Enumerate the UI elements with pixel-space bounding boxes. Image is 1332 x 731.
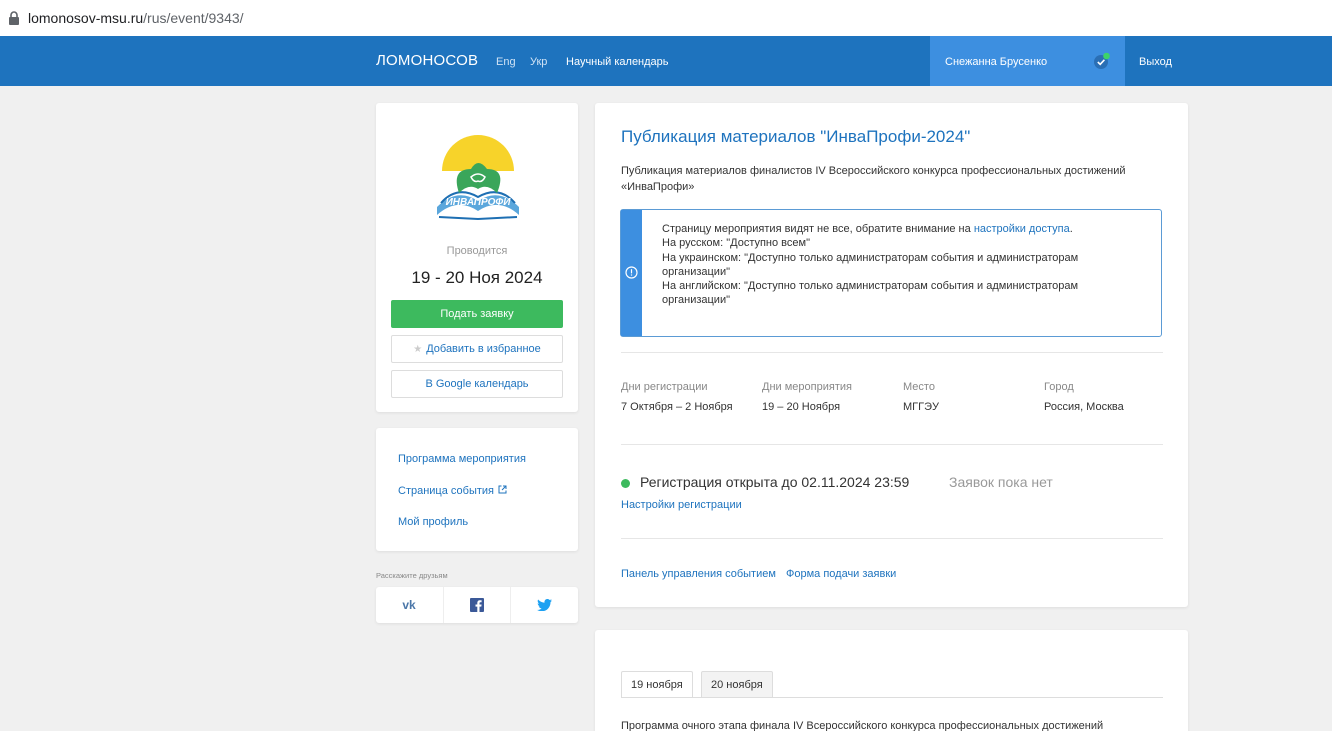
info-city: Город Россия, Москва (1044, 381, 1124, 413)
program-card: 19 ноября 20 ноября Программа очного эта… (595, 630, 1188, 731)
brand-logo[interactable]: ЛОМОНОСОВ (376, 36, 478, 86)
event-links-card: Программа мероприятия Страница события М… (376, 428, 578, 551)
alert-text: Страницу мероприятия видят не все, обрат… (662, 223, 1079, 307)
apply-button[interactable]: Подать заявку (391, 300, 563, 328)
divider (621, 444, 1163, 445)
access-settings-link[interactable]: настройки доступа (974, 223, 1070, 235)
lang-ukr-link[interactable]: Укр (530, 36, 547, 88)
held-label: Проводится (446, 245, 508, 257)
add-favorite-button[interactable]: ★ Добавить в избранное (391, 335, 563, 363)
invaprofi-logo: ИНВАПРОФИ (427, 135, 529, 225)
info-registration-days: Дни регистрации 7 Октября – 2 Ноября (621, 381, 733, 413)
add-favorite-label: Добавить в избранное (426, 343, 541, 355)
user-name: Снежанна Брусенко (945, 56, 1048, 68)
share-buttons: vk (376, 587, 578, 623)
svg-text:ИНВАПРОФИ: ИНВАПРОФИ (446, 197, 512, 208)
access-warning-alert: Страницу мероприятия видят не все, обрат… (620, 209, 1162, 337)
divider (621, 352, 1163, 353)
twitter-icon (537, 599, 553, 611)
browser-address-bar[interactable]: lomonosov-msu.ru/rus/event/9343/ (0, 0, 1332, 36)
top-navbar: ЛОМОНОСОВ Eng Укр Научный календарь Снеж… (0, 36, 1332, 86)
facebook-icon (470, 598, 484, 612)
tab-underline (621, 697, 1163, 698)
external-link-icon (498, 485, 507, 494)
event-summary-card: ИНВАПРОФИ Проводится 19 - 20 Ноя 2024 По… (376, 103, 578, 412)
program-link[interactable]: Программа мероприятия (398, 453, 526, 465)
share-twitter-button[interactable] (511, 587, 578, 623)
info-venue: Место МГГЭУ (903, 381, 939, 413)
my-profile-link[interactable]: Мой профиль (398, 516, 468, 528)
science-calendar-link[interactable]: Научный календарь (566, 36, 669, 88)
registration-open-indicator (621, 479, 630, 488)
user-menu[interactable]: Снежанна Брусенко (930, 36, 1125, 86)
svg-text:vk: vk (403, 599, 417, 611)
share-title: Расскажите друзьям (376, 571, 448, 580)
alert-side-bar (621, 210, 642, 336)
event-details-card: Публикация материалов "ИнваПрофи-2024" П… (595, 103, 1188, 607)
registration-settings-link[interactable]: Настройки регистрации (621, 499, 742, 511)
tab-nov-19[interactable]: 19 ноября (621, 671, 693, 698)
event-description: Публикация материалов финалистов IV Всер… (621, 165, 1126, 193)
share-facebook-button[interactable] (444, 587, 512, 623)
admin-links: Панель управления событием Форма подачи … (621, 568, 903, 580)
lang-eng-link[interactable]: Eng (496, 36, 516, 88)
program-text: Программа очного этапа финала IV Всеросс… (621, 720, 1104, 731)
registration-status: Регистрация открыта до 02.11.2024 23:59 (640, 474, 910, 490)
page-title: Публикация материалов "ИнваПрофи-2024" (621, 127, 971, 146)
divider (621, 538, 1163, 539)
event-page-label: Страница события (398, 485, 494, 497)
share-vk-button[interactable]: vk (376, 587, 444, 623)
tab-nov-20[interactable]: 20 ноября (701, 671, 773, 698)
info-event-days: Дни мероприятия 19 – 20 Ноября (762, 381, 852, 413)
applications-count: Заявок пока нет (949, 474, 1053, 490)
star-icon: ★ (413, 344, 423, 355)
control-panel-link[interactable]: Панель управления событием (621, 568, 776, 580)
lock-icon (9, 11, 19, 25)
notification-check-icon[interactable] (1093, 52, 1111, 70)
vk-icon: vk (403, 599, 417, 611)
event-page-link[interactable]: Страница события (398, 485, 507, 497)
google-calendar-button[interactable]: В Google календарь (391, 370, 563, 398)
address-url: lomonosov-msu.ru/rus/event/9343/ (28, 10, 244, 26)
application-form-link[interactable]: Форма подачи заявки (786, 568, 896, 580)
logout-button[interactable]: Выход (1125, 36, 1186, 86)
info-circle-icon (625, 266, 638, 279)
event-dates: 19 - 20 Ноя 2024 (411, 268, 543, 287)
